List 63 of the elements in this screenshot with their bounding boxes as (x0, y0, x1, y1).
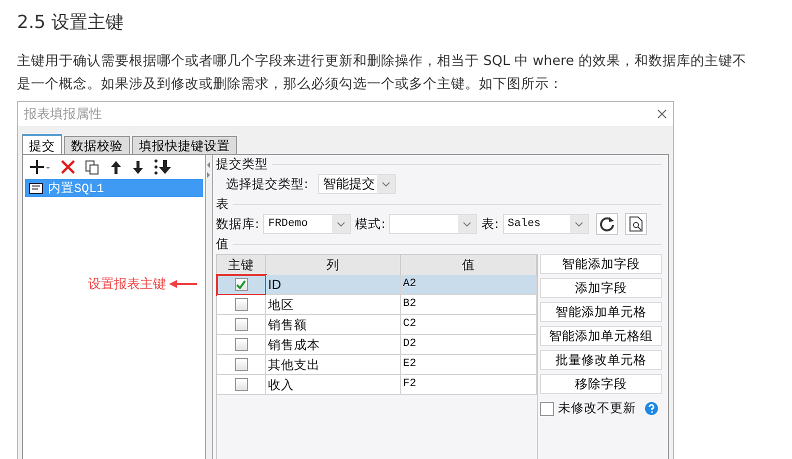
database-dropdown[interactable]: FRDemo (263, 214, 352, 234)
group-label: 表 (216, 196, 229, 213)
down-arrow-icon[interactable] (132, 160, 144, 174)
delete-icon[interactable] (61, 160, 75, 174)
annotation-label: 设置报表主键 (88, 276, 166, 293)
tab[interactable]: 提交 (22, 134, 62, 156)
add-icon[interactable] (29, 159, 51, 175)
close-icon[interactable] (657, 109, 667, 119)
table-cell: 销售额 (266, 315, 401, 335)
group-label: 提交类型 (216, 156, 268, 173)
annotation-arrow (169, 280, 197, 288)
chevron-down-icon[interactable] (337, 222, 346, 226)
group-label: 值 (216, 236, 229, 253)
checkbox[interactable] (234, 278, 248, 291)
preview-icon[interactable] (624, 213, 647, 235)
chevron-down-icon[interactable] (574, 222, 583, 226)
table-cell: 收入 (266, 375, 401, 395)
paragraph: 主键用于确认需要根据哪个或者哪几个字段来进行更新和删除操作，相当于 SQL 中 where 的效果，和数据库的主键不是一个概念。如果涉及到修改或删除需求，那么必须勾选一个或多个主键。如下图所示： (17, 52, 748, 94)
window-title: 报表填报属性 (24, 106, 102, 123)
table-cell: ID (266, 275, 401, 295)
field-label: 表: (481, 216, 499, 232)
table-cell: A2 (401, 275, 537, 295)
tab[interactable]: 填报快捷键设置 (132, 136, 237, 156)
submit-type-dropdown[interactable]: 智能提交 (318, 174, 396, 194)
tab[interactable]: 数据校验 (64, 136, 130, 156)
field-label: 数据库: (216, 216, 260, 232)
collapse-arrows-icon[interactable] (206, 161, 212, 179)
chevron-down-icon[interactable] (463, 222, 472, 226)
field-label: 选择提交类型: (226, 176, 308, 192)
column-header[interactable]: 主键 (217, 255, 266, 275)
checkbox[interactable] (540, 402, 554, 416)
copy-icon[interactable] (85, 160, 100, 174)
column-header[interactable]: 列 (266, 255, 401, 275)
chevron-down-icon[interactable] (382, 182, 390, 186)
table-cell: E2 (401, 355, 537, 375)
table-cell: 销售成本 (266, 335, 401, 355)
checkbox[interactable] (234, 318, 248, 331)
checkbox[interactable] (234, 338, 248, 351)
checkbox[interactable] (234, 298, 248, 311)
table-icon (29, 182, 43, 194)
action-button[interactable]: 智能添加字段 (540, 254, 662, 274)
section-heading: 2.5 设置主键 (17, 11, 124, 35)
checkbox[interactable] (234, 378, 248, 391)
action-button[interactable]: 智能添加单元格 (540, 302, 662, 322)
table-cell: 其他支出 (266, 355, 401, 375)
action-button[interactable]: 批量修改单元格 (540, 350, 662, 370)
move-to-bottom-icon[interactable] (154, 159, 172, 175)
table-cell: C2 (401, 315, 537, 335)
checkbox[interactable] (234, 358, 248, 371)
action-button[interactable]: 移除字段 (540, 374, 662, 394)
field-label: 模式: (355, 216, 386, 232)
table-dropdown[interactable]: Sales (502, 214, 589, 234)
action-button[interactable]: 添加字段 (540, 278, 662, 298)
action-button[interactable]: 智能添加单元格组 (540, 326, 662, 346)
table-cell: D2 (401, 335, 537, 355)
refresh-icon[interactable] (596, 213, 618, 235)
help-icon[interactable] (645, 402, 658, 415)
table-cell: B2 (401, 295, 537, 315)
table-cell: 地区 (266, 295, 401, 315)
up-arrow-icon[interactable] (110, 160, 122, 174)
checkbox-label: 未修改不更新 (558, 400, 636, 417)
table-cell: F2 (401, 375, 537, 395)
column-header[interactable]: 值 (401, 255, 537, 275)
